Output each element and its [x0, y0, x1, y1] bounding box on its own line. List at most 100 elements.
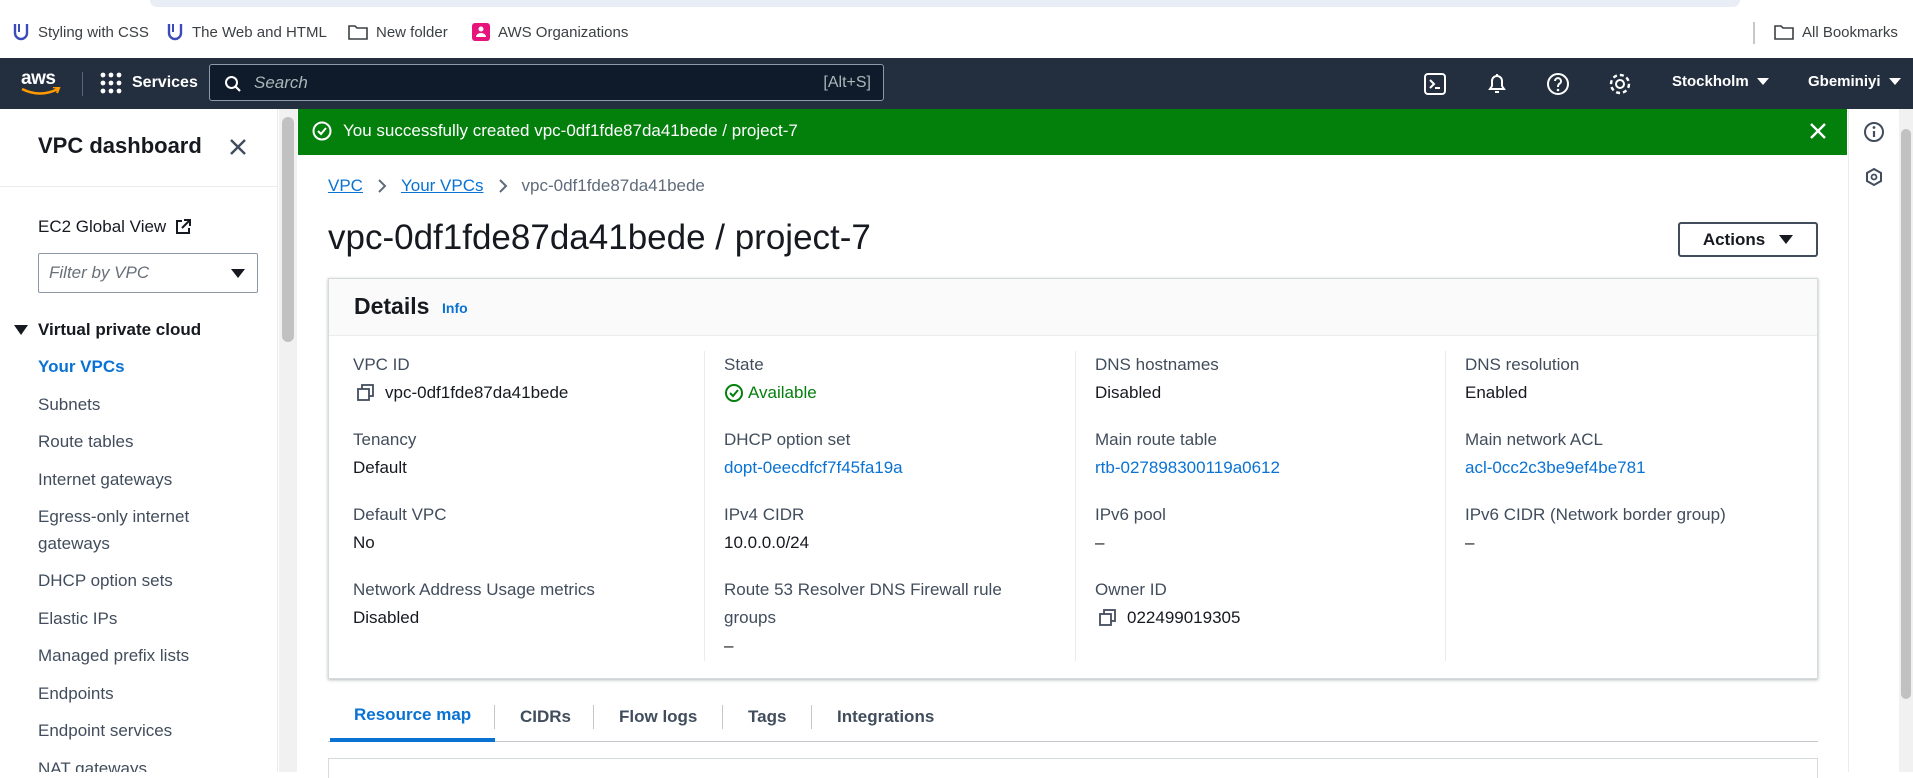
copy-icon[interactable] — [1099, 609, 1117, 627]
field-value: Available — [724, 379, 817, 407]
info-link[interactable]: Info — [442, 300, 468, 316]
tab-cidrs[interactable]: CIDRs — [520, 692, 571, 742]
aws-org-icon — [472, 23, 490, 41]
sidebar-item-endpoint-services[interactable]: Endpoint services — [38, 718, 238, 745]
bookmark-aws-organizations[interactable]: AWS Organizations — [472, 22, 628, 42]
external-link-icon — [176, 219, 192, 234]
sidenav-scrollbar[interactable] — [279, 109, 297, 772]
search-shortcut: [Alt+S] — [823, 74, 871, 91]
bookmarks-divider — [1753, 22, 1755, 44]
bookmark-styling-with-css[interactable]: Styling with CSS — [12, 22, 149, 42]
sidebar-item-egress-only-internet-gateways[interactable]: Egress-only internet gateways — [38, 504, 238, 557]
breadcrumb-your-vpcs[interactable]: Your VPCs — [401, 176, 484, 196]
notifications-icon[interactable] — [1484, 71, 1510, 97]
services-menu[interactable]: Services — [100, 72, 198, 94]
page-scrollbar[interactable] — [1899, 109, 1913, 772]
ec2-global-view-label: EC2 Global View — [38, 217, 167, 236]
udacity-icon — [13, 24, 29, 41]
dhcp-option-set-link[interactable]: dopt-0eecdfcf7f45fa19a — [724, 454, 903, 482]
sidebar-item-route-tables[interactable]: Route tables — [38, 429, 238, 456]
field-default-vpc: Default VPC No — [353, 501, 447, 557]
close-icon[interactable] — [228, 137, 248, 157]
field-vpc-id: VPC ID vpc-0df1fde87da41bede — [353, 351, 568, 407]
settings-icon[interactable] — [1607, 71, 1633, 97]
folder-icon — [1774, 25, 1794, 40]
cloudshell-icon[interactable] — [1422, 71, 1448, 97]
field-label: Network Address Usage metrics — [353, 580, 595, 599]
field-label: Default VPC — [353, 505, 447, 524]
services-label: Services — [132, 74, 198, 91]
field-label: IPv6 CIDR (Network border group) — [1465, 505, 1726, 524]
column-divider — [1445, 351, 1446, 661]
owner-id-value: 022499019305 — [1127, 608, 1241, 627]
breadcrumb-vpc[interactable]: VPC — [328, 176, 363, 196]
sidebar-item-managed-prefix-lists[interactable]: Managed prefix lists — [38, 643, 238, 670]
scrollbar-thumb[interactable] — [282, 117, 294, 342]
main-network-acl-link[interactable]: acl-0cc2c3be9ef4be781 — [1465, 454, 1646, 482]
sidebar-item-internet-gateways[interactable]: Internet gateways — [38, 467, 238, 494]
bookmark-the-web-and-html[interactable]: The Web and HTML — [166, 22, 327, 42]
sidebar-item-dhcp-option-sets[interactable]: DHCP option sets — [38, 568, 238, 595]
ec2-global-view-link[interactable]: EC2 Global View — [38, 217, 192, 237]
field-label: IPv6 pool — [1095, 505, 1166, 524]
field-label: DHCP option set — [724, 430, 851, 449]
tab-divider — [811, 705, 812, 729]
tab-tags[interactable]: Tags — [748, 692, 786, 742]
sidebar-item-subnets[interactable]: Subnets — [38, 392, 238, 419]
page-title: vpc-0df1fde87da41bede / project-7 — [328, 218, 871, 257]
region-selector[interactable]: Stockholm — [1672, 73, 1769, 90]
caret-down-icon — [1888, 78, 1901, 85]
folder-icon — [348, 25, 368, 40]
field-ipv6-pool: IPv6 pool – — [1095, 501, 1166, 557]
field-label: Main route table — [1095, 430, 1217, 449]
field-ipv6-cidr: IPv6 CIDR (Network border group) – — [1465, 501, 1726, 557]
tab-resource-map[interactable]: Resource map — [330, 692, 496, 742]
field-value: No — [353, 533, 375, 552]
filter-placeholder: Filter by VPC — [49, 263, 150, 282]
state-value: Available — [748, 383, 817, 402]
main-route-table-link[interactable]: rtb-027898300119a0612 — [1095, 454, 1280, 482]
field-label: DNS hostnames — [1095, 355, 1219, 374]
sidenav-divider — [0, 186, 277, 187]
sidebar-item-your-vpcs[interactable]: Your VPCs — [38, 354, 238, 381]
bookmark-new-folder[interactable]: New folder — [348, 22, 448, 42]
sidebar-item-endpoints[interactable]: Endpoints — [38, 681, 238, 708]
all-bookmarks[interactable]: All Bookmarks — [1774, 22, 1898, 42]
filter-by-vpc-select[interactable]: Filter by VPC — [38, 253, 258, 293]
field-tenancy: Tenancy Default — [353, 426, 416, 482]
browser-tab-strip — [150, 0, 1740, 7]
tab-integrations[interactable]: Integrations — [837, 692, 934, 742]
field-value: Disabled — [1095, 383, 1162, 402]
search-input[interactable]: Search [Alt+S] — [209, 64, 884, 101]
column-divider — [1075, 351, 1076, 661]
resource-icon[interactable] — [1864, 167, 1884, 187]
account-menu[interactable]: Gbeminiyi — [1808, 73, 1901, 90]
field-value: Enabled — [1465, 383, 1528, 402]
tab-divider — [593, 705, 594, 729]
tab-flow-logs[interactable]: Flow logs — [619, 692, 697, 742]
tools-rail — [1848, 109, 1898, 772]
field-label: State — [724, 355, 764, 374]
scrollbar-thumb[interactable] — [1901, 129, 1911, 699]
breadcrumb-current: vpc-0df1fde87da41bede — [521, 176, 705, 195]
field-dns-resolution: DNS resolution Enabled — [1465, 351, 1579, 407]
help-icon[interactable] — [1545, 71, 1571, 97]
actions-button[interactable]: Actions — [1678, 222, 1818, 257]
bookmark-label: New folder — [376, 23, 448, 41]
field-value: – — [1095, 533, 1105, 552]
chevron-right-icon — [378, 179, 387, 193]
virtual-private-cloud-section[interactable]: Virtual private cloud — [14, 320, 201, 340]
actions-label: Actions — [1702, 229, 1766, 249]
account-label: Gbeminiyi — [1808, 73, 1881, 90]
info-panel-icon[interactable] — [1863, 121, 1885, 143]
aws-logo[interactable]: aws — [20, 68, 64, 98]
sidebar-item-nat-gateways[interactable]: NAT gateways — [38, 756, 238, 773]
search-icon — [225, 76, 241, 92]
sidebar-item-elastic-ips[interactable]: Elastic IPs — [38, 606, 238, 633]
search-placeholder: Search — [254, 73, 308, 92]
copy-icon[interactable] — [357, 384, 375, 402]
dismiss-close-icon[interactable] — [1809, 122, 1827, 140]
bookmarks-bar: Styling with CSS The Web and HTML New fo… — [0, 0, 1913, 58]
field-label: Tenancy — [353, 430, 417, 449]
field-state: State Available — [724, 351, 817, 407]
